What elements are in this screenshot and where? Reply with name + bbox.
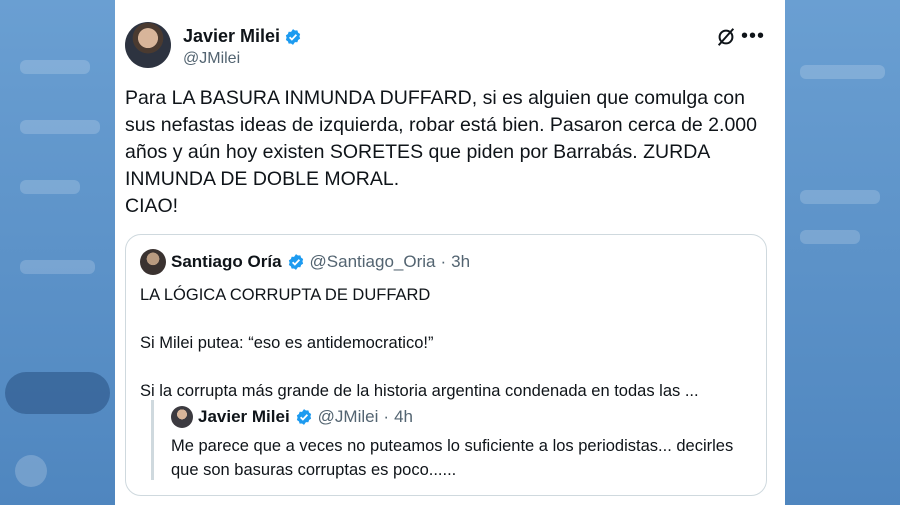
nested-author-name[interactable]: Javier Milei bbox=[198, 407, 290, 427]
quoted-time[interactable]: 3h bbox=[451, 252, 470, 272]
blurred-post-button bbox=[5, 372, 110, 414]
quoted-avatar[interactable] bbox=[140, 249, 166, 275]
tweet-header: Javier Milei @JMilei ••• bbox=[125, 22, 775, 72]
verified-badge-icon bbox=[296, 409, 311, 425]
more-options-icon[interactable]: ••• bbox=[741, 26, 765, 46]
blurred-sidebar-item bbox=[800, 190, 880, 204]
author-handle[interactable]: @JMilei bbox=[183, 50, 240, 68]
verified-badge-icon bbox=[288, 254, 303, 270]
blurred-menu-item bbox=[20, 260, 95, 274]
tweet-card[interactable]: Javier Milei @JMilei ••• Para LA BASURA … bbox=[115, 0, 785, 505]
blurred-avatar bbox=[15, 455, 47, 487]
tweet-text: Para LA BASURA INMUNDA DUFFARD, si es al… bbox=[125, 87, 757, 217]
blurred-menu-item bbox=[20, 180, 80, 194]
quoted-tweet-header: Santiago Oría @Santiago_Oria · 3h bbox=[140, 249, 470, 275]
quoted-author-name[interactable]: Santiago Oría bbox=[171, 252, 282, 272]
separator-dot: · bbox=[440, 252, 447, 271]
author-name[interactable]: Javier Milei bbox=[183, 26, 280, 47]
blurred-menu-item bbox=[20, 120, 100, 134]
quoted-tweet[interactable]: Santiago Oría @Santiago_Oria · 3h LA LÓG… bbox=[125, 234, 767, 496]
avatar[interactable] bbox=[125, 22, 171, 68]
nested-avatar[interactable] bbox=[171, 406, 193, 428]
blurred-sidebar-item bbox=[800, 65, 885, 79]
grok-icon[interactable] bbox=[715, 26, 737, 48]
author-name-row: Javier Milei bbox=[183, 26, 302, 47]
separator-dot: · bbox=[383, 407, 390, 426]
nested-tweet-text: Me parece que a veces no puteamos lo suf… bbox=[171, 437, 734, 479]
nested-author-handle[interactable]: @JMilei bbox=[318, 407, 379, 427]
nested-quoted-tweet[interactable]: Javier Milei @JMilei · 4h Me parece que … bbox=[151, 400, 763, 480]
nested-time[interactable]: 4h bbox=[394, 407, 413, 427]
blurred-menu-item bbox=[20, 60, 90, 74]
blurred-sidebar-item bbox=[800, 230, 860, 244]
quoted-author-handle[interactable]: @Santiago_Oria bbox=[310, 252, 436, 272]
quoted-tweet-text: LA LÓGICA CORRUPTA DE DUFFARD Si Milei p… bbox=[140, 286, 699, 400]
nested-tweet-header: Javier Milei @JMilei · 4h bbox=[171, 406, 413, 428]
verified-badge-icon bbox=[285, 28, 301, 45]
